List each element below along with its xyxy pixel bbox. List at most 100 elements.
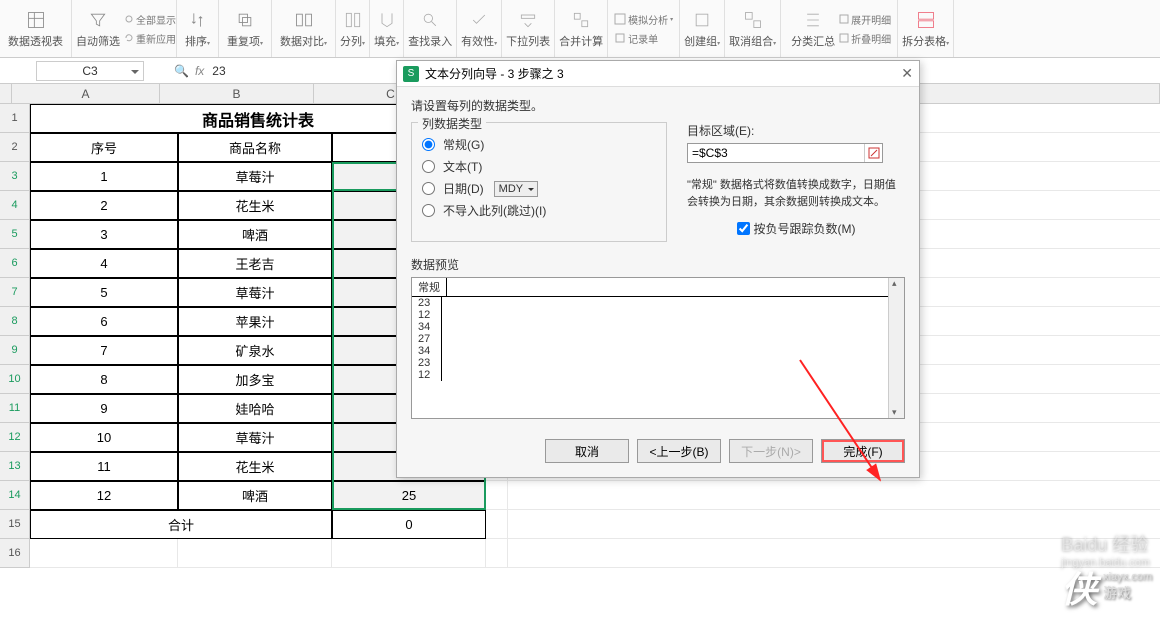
cell[interactable]: 1 [30,162,178,191]
cell[interactable] [30,539,178,568]
radio-general[interactable]: 常规(G) [422,136,656,153]
cell[interactable]: 苹果汁 [178,307,332,336]
cancel-button[interactable]: 取消 [545,439,629,463]
cell[interactable]: 4 [30,249,178,278]
row-header[interactable]: 14 [0,481,30,510]
ribbon-form[interactable]: 记录单 [614,30,673,47]
ribbon-text-to-cols[interactable]: 分列▾ [336,0,370,57]
row-header[interactable]: 7 [0,278,30,307]
row-header[interactable]: 15 [0,510,30,539]
ribbon-consolidate[interactable]: 合并计算 [555,0,608,57]
ribbon-filter[interactable]: 自动筛选 [72,0,124,57]
dialog-instruction: 请设置每列的数据类型。 [411,97,905,114]
cell[interactable]: 矿泉水 [178,336,332,365]
cell[interactable]: 加多宝 [178,365,332,394]
cell[interactable]: 草莓汁 [178,162,332,191]
ribbon-pivot[interactable]: 数据透视表 [0,0,72,57]
ribbon-reapply[interactable]: 重新应用 [124,30,176,47]
row-header[interactable]: 11 [0,394,30,423]
negative-checkbox[interactable]: 按负号跟踪负数(M) [687,220,905,237]
ribbon-validity[interactable]: 有效性▾ [457,0,502,57]
row-header[interactable]: 2 [0,133,30,162]
preview-scrollbar[interactable] [888,278,904,418]
select-all-corner[interactable] [0,84,12,104]
row-header[interactable]: 8 [0,307,30,336]
cell[interactable]: 商品名称 [178,133,332,162]
dialog-titlebar[interactable]: S 文本分列向导 - 3 步骤之 3 ✕ [397,61,919,87]
range-picker-icon[interactable] [864,144,882,162]
cell[interactable]: 0 [332,510,486,539]
cell[interactable]: 11 [30,452,178,481]
row-header[interactable]: 4 [0,191,30,220]
ribbon-show-all[interactable]: 全部显示 [124,11,176,28]
ribbon-whatif[interactable]: 模拟分析▾ [614,11,673,28]
row-header[interactable]: 16 [0,539,30,568]
cell[interactable] [508,481,1160,510]
cell[interactable] [332,539,486,568]
cell[interactable] [486,510,508,539]
cell[interactable] [508,539,1160,568]
cell[interactable]: 25 [332,481,486,510]
col-header[interactable]: B [160,84,314,104]
formula-input[interactable]: 23 [212,64,225,78]
cell[interactable]: 6 [30,307,178,336]
close-icon[interactable]: ✕ [901,65,913,82]
cell[interactable]: 序号 [30,133,178,162]
finish-button[interactable]: 完成(F) [821,439,905,463]
ribbon-split-table[interactable]: 拆分表格▾ [898,0,954,57]
consolidate-icon [570,9,592,31]
ribbon-lookup[interactable]: 查找录入 [404,0,457,57]
cell[interactable]: 10 [30,423,178,452]
cell[interactable]: 3 [30,220,178,249]
row-header[interactable]: 5 [0,220,30,249]
preview-cell: 23 [412,297,442,309]
target-input[interactable] [688,144,864,162]
ribbon-hide-detail[interactable]: 折叠明细 [839,30,891,47]
cell[interactable]: 合计 [30,510,332,539]
cell[interactable]: 王老吉 [178,249,332,278]
ribbon-show-detail[interactable]: 展开明细 [839,11,891,28]
row-header[interactable]: 3 [0,162,30,191]
cell[interactable]: 啤酒 [178,481,332,510]
cell[interactable]: 啤酒 [178,220,332,249]
cell[interactable] [486,539,508,568]
cell[interactable] [486,481,508,510]
cell[interactable]: 7 [30,336,178,365]
name-box[interactable]: C3 [36,61,144,81]
cell[interactable]: 娃哈哈 [178,394,332,423]
cell[interactable]: 草莓汁 [178,278,332,307]
row-header[interactable]: 13 [0,452,30,481]
date-format-select[interactable]: MDY [494,181,538,197]
cell[interactable]: 花生米 [178,191,332,220]
row-header[interactable]: 9 [0,336,30,365]
fx-button[interactable]: fx [195,64,204,78]
ribbon-compare[interactable]: 数据对比▾ [272,0,336,57]
ribbon-subtotal[interactable]: 分类汇总 [791,33,835,49]
radio-skip[interactable]: 不导入此列(跳过)(I) [422,202,656,219]
search-icon[interactable]: 🔍 [174,64,189,78]
row-header[interactable]: 6 [0,249,30,278]
ribbon-fill[interactable]: 填充▾ [370,0,404,57]
back-button[interactable]: <上一步(B) [637,439,721,463]
cell[interactable]: 2 [30,191,178,220]
ribbon-dropdown[interactable]: 下拉列表 [502,0,555,57]
ribbon-ungroup[interactable]: 取消组合▾ [725,0,781,57]
cell[interactable]: 草莓汁 [178,423,332,452]
cell[interactable]: 5 [30,278,178,307]
radio-text[interactable]: 文本(T) [422,158,656,175]
cell[interactable]: 花生米 [178,452,332,481]
ribbon-group[interactable]: 创建组▾ [680,0,725,57]
ribbon-dedup[interactable]: 重复项▾ [219,0,272,57]
col-header[interactable]: A [12,84,160,104]
cell[interactable]: 12 [30,481,178,510]
ribbon-sort[interactable]: 排序▾ [177,0,219,57]
row-header[interactable]: 12 [0,423,30,452]
split-table-icon [915,9,937,31]
cell[interactable] [508,510,1160,539]
radio-date[interactable]: 日期(D)MDY [422,180,656,197]
cell[interactable] [178,539,332,568]
row-header[interactable]: 1 [0,104,30,133]
row-header[interactable]: 10 [0,365,30,394]
cell[interactable]: 9 [30,394,178,423]
cell[interactable]: 8 [30,365,178,394]
